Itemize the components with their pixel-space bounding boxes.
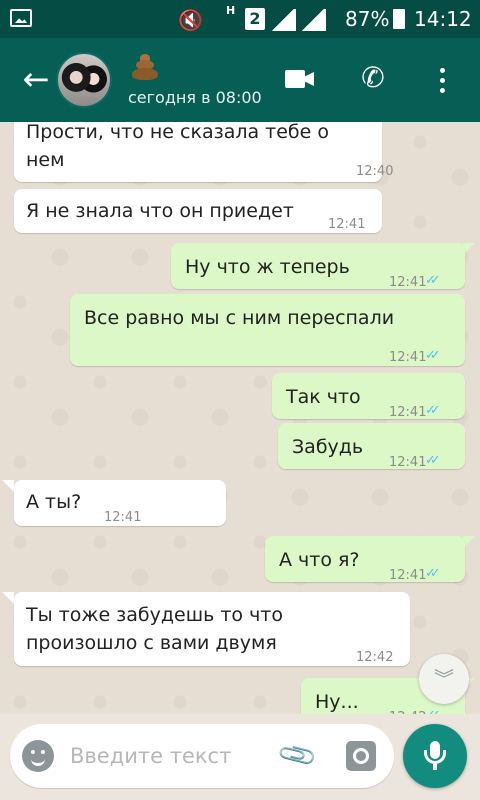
message-time: 12:41 [328, 217, 366, 232]
message-bubble[interactable]: Забудь 12:41 ✓✓ [278, 423, 465, 470]
message-time: 12:41 [389, 350, 427, 365]
message-bubble[interactable]: Прости, что не сказала тебе о нем 12:40 [14, 122, 393, 182]
battery-percent: 87% [345, 7, 390, 31]
message-time: 12:41 [104, 510, 142, 525]
paperclip-icon[interactable]: 📎 [273, 731, 323, 781]
message-text: Так что [286, 386, 361, 408]
last-seen-status[interactable]: сегодня в 08:00 [128, 88, 262, 107]
network-type: H [226, 4, 236, 17]
message-bubble[interactable]: Ну что ж теперь 12:41 ✓✓ [171, 243, 465, 290]
mute-icon: 🔇 [178, 8, 203, 32]
more-vert-icon [440, 68, 445, 73]
read-receipt-icon: ✓✓ [425, 453, 441, 468]
read-receipt-icon: ✓✓ [425, 702, 441, 714]
phone-icon: ✆ [361, 61, 385, 94]
message-bubble[interactable]: Так что 12:41 ✓✓ [272, 373, 465, 420]
message-time: 12:42 [389, 704, 426, 714]
message-bubble[interactable]: А ты? 12:41 [14, 480, 226, 526]
signal-icon-2 [300, 9, 326, 31]
message-bubble[interactable]: Я не знала что он приедет 12:41 [14, 189, 382, 233]
gallery-notification-icon [10, 9, 32, 27]
read-receipt-icon: ✓✓ [425, 348, 441, 363]
message-time: 12:41 [389, 275, 427, 290]
message-text: Ну что ж теперь [185, 256, 350, 278]
battery-icon [393, 9, 405, 29]
message-text: А что я? [279, 549, 360, 571]
message-text: Прости, что не сказала тебе о нем [26, 122, 329, 171]
pile-of-poo-icon[interactable] [128, 52, 162, 82]
message-composer: 📎 [10, 724, 394, 788]
message-input[interactable] [70, 738, 270, 774]
status-bar: 🔇 H 2 87% 14:12 [0, 0, 480, 38]
scroll-to-bottom-button[interactable]: ︾ [419, 654, 469, 704]
read-receipt-icon: ✓✓ [425, 566, 441, 581]
back-button[interactable]: ← [18, 62, 54, 98]
video-call-button[interactable] [285, 68, 315, 90]
chat-header: ← сегодня в 08:00 ✆ [0, 38, 480, 122]
message-time: 12:40 [356, 164, 394, 179]
message-bubble[interactable]: Все равно мы с ним переспали 12:41 ✓✓ [70, 294, 465, 366]
message-bubble[interactable]: Ты тоже забудешь то что произошло с вами… [14, 592, 410, 666]
message-text: А ты? [26, 491, 82, 513]
read-receipt-icon: ✓✓ [425, 273, 441, 288]
clock: 14:12 [414, 7, 472, 31]
video-camera-icon [285, 70, 305, 88]
composer-bar: 📎 [0, 714, 480, 800]
message-text: Забудь [292, 436, 364, 458]
voice-call-button[interactable]: ✆ [355, 60, 391, 96]
double-chevron-down-icon: ︾ [434, 667, 454, 691]
message-text: Все равно мы с ним переспали [84, 307, 395, 329]
microphone-button[interactable] [403, 724, 467, 788]
message-text: Ты тоже забудешь то что произошло с вами… [26, 604, 283, 654]
sim-indicator: 2 [245, 8, 265, 30]
arrow-left-icon: ← [22, 60, 50, 98]
message-text: Ну... [315, 691, 359, 713]
message-bubble[interactable]: А что я? 12:41 ✓✓ [265, 536, 465, 583]
message-time: 12:42 [356, 650, 394, 665]
read-receipt-icon: ✓✓ [425, 403, 441, 418]
message-time: 12:41 [389, 455, 427, 470]
message-text: Я не знала что он приедет [26, 200, 294, 222]
message-list[interactable]: Прости, что не сказала тебе о нем 12:40 … [0, 122, 480, 714]
emoji-icon[interactable] [22, 740, 54, 772]
camera-icon[interactable] [346, 741, 376, 771]
more-options-button[interactable] [430, 62, 454, 98]
signal-icon [270, 9, 296, 31]
message-time: 12:41 [389, 568, 427, 583]
contact-avatar[interactable] [56, 52, 112, 108]
